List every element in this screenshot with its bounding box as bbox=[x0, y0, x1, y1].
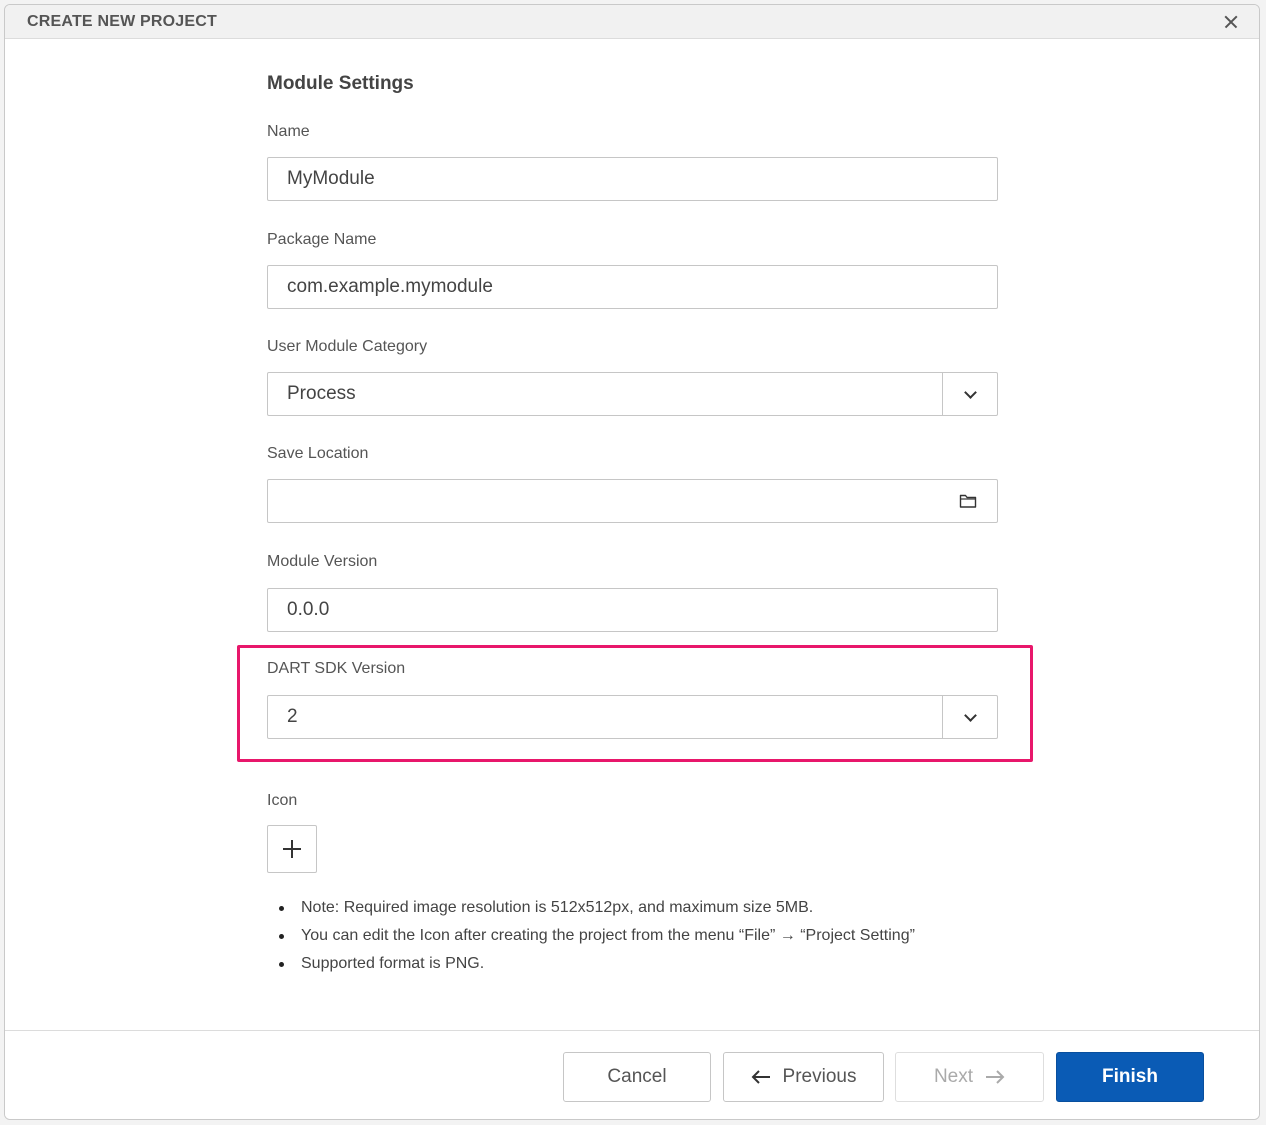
next-button[interactable]: Next bbox=[895, 1052, 1044, 1102]
name-value: MyModule bbox=[287, 168, 375, 189]
sdk-version-highlight bbox=[237, 645, 1033, 762]
save-location-input[interactable] bbox=[267, 479, 998, 523]
section-title: Module Settings bbox=[267, 73, 414, 94]
finish-button[interactable]: Finish bbox=[1056, 1052, 1204, 1102]
icon-notes-list: Note: Required image resolution is 512x5… bbox=[267, 894, 1027, 978]
package-name-label: Package Name bbox=[267, 231, 377, 248]
list-item: Supported format is PNG. bbox=[267, 950, 1027, 978]
category-label: User Module Category bbox=[267, 338, 428, 355]
save-location-label: Save Location bbox=[267, 445, 369, 462]
dialog-footer: Cancel Previous Next Finish bbox=[5, 1030, 1259, 1119]
category-dropdown-button[interactable] bbox=[942, 373, 997, 415]
previous-label: Previous bbox=[782, 1066, 857, 1087]
plus-icon bbox=[283, 840, 301, 858]
finish-label: Finish bbox=[1102, 1066, 1158, 1087]
icon-label: Icon bbox=[267, 792, 298, 809]
cancel-label: Cancel bbox=[607, 1066, 667, 1087]
close-icon[interactable] bbox=[1219, 10, 1243, 34]
list-item: Note: Required image resolution is 512x5… bbox=[267, 894, 1027, 922]
module-version-value: 0.0.0 bbox=[287, 599, 330, 620]
dialog-title: CREATE NEW PROJECT bbox=[27, 12, 217, 30]
package-name-value: com.example.mymodule bbox=[287, 276, 493, 297]
module-version-label: Module Version bbox=[267, 553, 378, 570]
cancel-button[interactable]: Cancel bbox=[563, 1052, 711, 1102]
folder-icon[interactable] bbox=[959, 493, 977, 509]
package-name-input[interactable]: com.example.mymodule bbox=[267, 265, 998, 309]
arrow-right-icon bbox=[986, 1070, 1005, 1084]
create-project-dialog: CREATE NEW PROJECT Module Settings Name … bbox=[4, 4, 1260, 1120]
name-input[interactable]: MyModule bbox=[267, 157, 998, 201]
name-label: Name bbox=[267, 123, 310, 140]
list-item: You can edit the Icon after creating the… bbox=[267, 922, 1027, 950]
category-value: Process bbox=[287, 383, 356, 404]
chevron-down-icon bbox=[963, 385, 977, 399]
dialog-titlebar: CREATE NEW PROJECT bbox=[5, 5, 1259, 39]
module-version-input[interactable]: 0.0.0 bbox=[267, 588, 998, 632]
previous-button[interactable]: Previous bbox=[723, 1052, 884, 1102]
add-icon-button[interactable] bbox=[267, 825, 317, 873]
next-label: Next bbox=[933, 1066, 974, 1087]
category-select[interactable]: Process bbox=[267, 372, 998, 416]
arrow-left-icon bbox=[751, 1070, 770, 1084]
